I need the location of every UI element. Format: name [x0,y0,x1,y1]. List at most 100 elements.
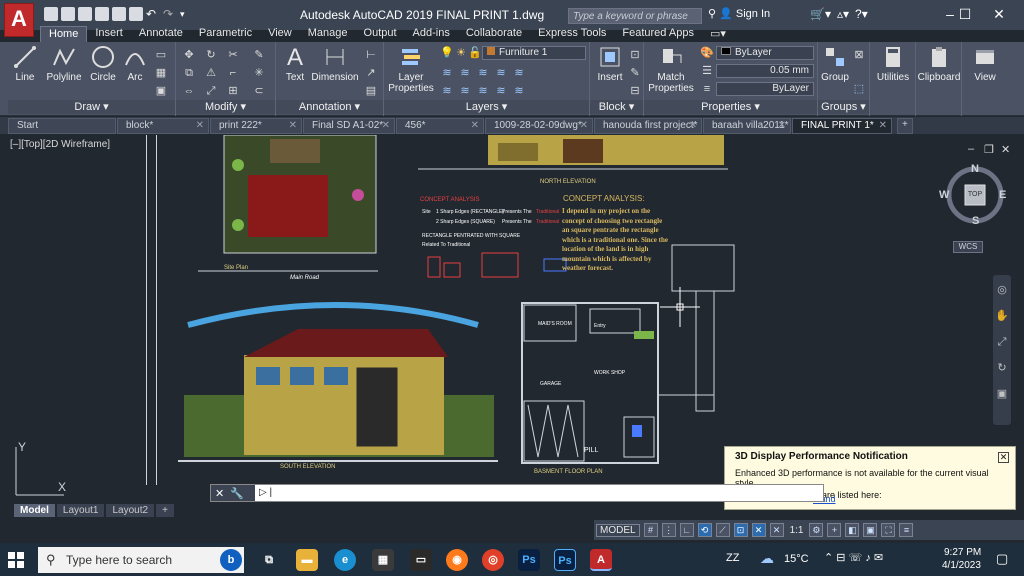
annotation-scale-icon[interactable]: ✕ [769,523,784,537]
view-button[interactable]: View [962,44,1008,83]
weather-temp[interactable]: 15°C [784,553,809,565]
clean-screen-icon[interactable]: ⛶ [881,523,896,537]
hardware-accel-icon[interactable]: ▣ [863,523,878,537]
ribbon-tab-parametric[interactable]: Parametric [191,26,260,42]
offset-icon[interactable]: ⊂ [252,84,266,98]
search-input[interactable]: Type a keyword or phrase [568,8,702,24]
plus-icon[interactable]: + [827,523,842,537]
file-tab[interactable]: Start [8,118,116,134]
zoom-extents-icon[interactable]: ⤢ [995,335,1009,349]
notifications-icon[interactable]: ▢ [996,551,1008,567]
viewport-minimize-icon[interactable]: – [968,143,974,155]
wcs-menu[interactable]: WCS [953,241,983,253]
store-icon[interactable]: ▦ [372,549,394,571]
bing-icon[interactable]: b [220,549,242,571]
stretch-icon[interactable]: ⇔ [182,84,196,98]
undo-icon[interactable]: ↶ [146,7,160,21]
new-icon[interactable] [44,7,58,21]
line-button[interactable]: Line [8,44,42,83]
layer-tool-2-icon[interactable]: ≋ [458,66,472,80]
isodraft-icon[interactable]: ⟋ [715,523,730,537]
close-button[interactable]: ✕ [984,4,1014,24]
model-space-button[interactable]: MODEL [596,523,640,537]
layout-tab-layout2[interactable]: Layout2 [106,504,155,517]
close-tab-icon[interactable]: ✕ [471,120,479,131]
showmotion-icon[interactable]: ▣ [995,387,1009,401]
move-icon[interactable]: ✥ [182,48,196,62]
file-tab[interactable]: print 222* ✕ [210,118,302,134]
close-tab-icon[interactable]: ✕ [196,120,204,131]
linetype-select[interactable]: ByLayer [716,82,814,96]
close-tab-icon[interactable]: ✕ [289,120,297,131]
ribbon-tab-manage[interactable]: Manage [300,26,356,42]
folder-icon[interactable]: ▭ [410,549,432,571]
ribbon-tab-home[interactable]: Home [40,26,88,42]
modify-group-title[interactable]: Modify ▾ [176,100,275,114]
save-as-icon[interactable] [95,7,109,21]
lineweight-select[interactable]: 0.05 mm [716,64,814,78]
erase-icon[interactable]: ✎ [252,48,266,62]
ribbon-tab-output[interactable]: Output [356,26,405,42]
ribbon-options-icon[interactable]: ▭▾ [702,26,734,42]
mirror-icon[interactable]: ⚠ [204,66,218,80]
save-icon[interactable] [78,7,92,21]
leader-icon[interactable]: ↗ [364,66,378,80]
create-block-icon[interactable]: ⊡ [628,48,642,62]
match-properties-button[interactable]: Match Properties [646,44,696,94]
viewport-close-icon[interactable]: ✕ [1001,143,1010,156]
close-command-line-icon[interactable]: ✕ [215,487,224,500]
command-line[interactable]: ✕ 🔧 ▷ | [210,484,824,502]
group-select-icon[interactable]: ⬚ [852,82,866,96]
viewcube-east[interactable]: E [999,189,1006,201]
utilities-button[interactable]: Utilities [872,44,914,83]
layout-tab-model[interactable]: Model [14,504,55,517]
linear-dim-icon[interactable]: ⊢ [364,48,378,62]
autocad-taskbar-icon[interactable]: A [590,549,612,571]
text-button[interactable]: A Text [280,44,310,83]
task-view-icon[interactable]: ⧉ [258,549,280,571]
help-icon[interactable]: ?▾ [855,7,868,21]
trim-icon[interactable]: ✂ [226,48,240,62]
properties-group-title[interactable]: Properties ▾ [644,100,817,114]
new-tab-button[interactable]: + [897,118,913,134]
grid-icon[interactable]: # [643,523,658,537]
viewcube[interactable]: N S E W TOP [939,163,1007,227]
qat-dropdown-icon[interactable]: ▾ [180,7,194,21]
ribbon-tab-express-tools[interactable]: Express Tools [530,26,614,42]
file-tab[interactable]: hanouda first project* ✕ [594,118,702,134]
array-icon[interactable]: ⊞ [226,84,240,98]
groups-group-title[interactable]: Groups ▾ [818,100,869,114]
clock-date[interactable]: 4/1/2023 [942,560,981,571]
arc-button[interactable]: Arc [120,44,150,83]
insert-button[interactable]: Insert [592,44,628,83]
ribbon-tab-insert[interactable]: Insert [87,26,131,42]
windows-start-button[interactable] [8,552,24,568]
draw-group-title[interactable]: Draw ▾ [8,100,175,114]
annotation-group-title[interactable]: Annotation ▾ [276,100,383,114]
rotate-icon[interactable]: ↻ [204,48,218,62]
viewport-restore-icon[interactable]: ❐ [984,143,994,156]
circle-button[interactable]: Circle [86,44,120,83]
new-layout-button[interactable]: + [156,504,174,517]
layer-tool-10-icon[interactable]: ≋ [512,84,526,98]
close-tab-icon[interactable]: ✕ [879,120,887,131]
tray-icons[interactable]: ⌃ ⊟ ☏ ♪ ✉ [824,551,883,564]
file-tab[interactable]: 456* ✕ [396,118,484,134]
edit-block-icon[interactable]: ✎ [628,66,642,80]
edge-icon[interactable]: e [334,549,356,571]
ribbon-tab-annotate[interactable]: Annotate [131,26,191,42]
osnap-icon[interactable]: ⊡ [733,523,748,537]
file-explorer-icon[interactable]: ▬ [296,549,318,571]
layer-tool-9-icon[interactable]: ≋ [494,84,508,98]
file-tab[interactable]: block* ✕ [117,118,209,134]
layer-lock-icon[interactable]: 🔓 [468,46,482,60]
cart-icon[interactable]: 🛒▾ [810,7,831,21]
block-group-title[interactable]: Block ▾ [590,100,643,114]
file-tab[interactable]: 1009-28-02-09dwg* ✕ [485,118,593,134]
copy-icon[interactable]: ⧉ [182,66,196,80]
steering-wheel-icon[interactable]: ◎ [995,283,1009,297]
clipboard-button[interactable]: Clipboard [916,44,962,83]
viewcube-south[interactable]: S [972,215,979,227]
color-select[interactable]: ByLayer [716,46,814,60]
polyline-button[interactable]: Polyline [42,44,86,83]
